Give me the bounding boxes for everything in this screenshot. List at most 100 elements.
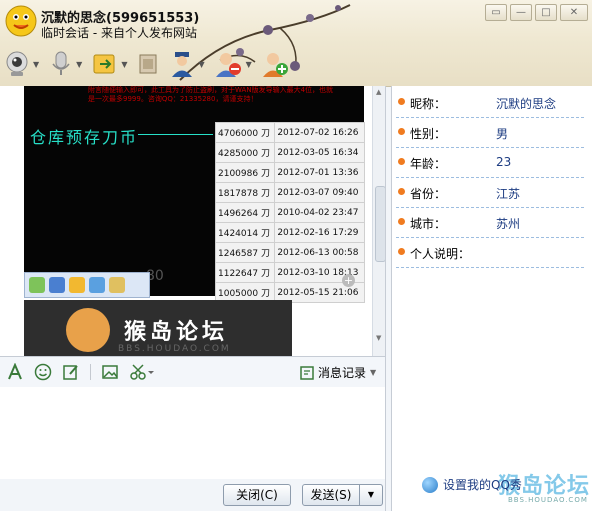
set-qq-show-link[interactable]: 设置我的QQ秀 xyxy=(422,476,522,493)
send-file-icon xyxy=(93,54,115,74)
image-icon[interactable] xyxy=(101,363,119,381)
zoom-in-icon[interactable] xyxy=(29,277,45,293)
profile-label: 省份： xyxy=(410,187,447,201)
edit-icon[interactable] xyxy=(62,363,80,381)
profile-panel: 昵称： 沉默的思念 性别：男年龄： 23 省份： 江苏 城市： 苏州 个人说明： 猴岛论坛 BB… xyxy=(391,86,592,511)
scroll-up-icon[interactable]: ▲ xyxy=(376,88,381,96)
amount-cell: 1496264 刀 xyxy=(214,202,276,223)
bullet-icon xyxy=(398,188,405,195)
add-contact-button[interactable] xyxy=(262,50,290,78)
close-button[interactable]: 关闭(C) xyxy=(223,484,291,506)
chevron-down-icon[interactable]: ▼ xyxy=(198,60,204,69)
profile-value: 23 xyxy=(496,155,512,169)
amount-cell: 1246587 刀 xyxy=(214,242,276,263)
monkey-logo-icon xyxy=(66,308,110,352)
amount-cell: 4285000 刀 xyxy=(214,142,276,163)
profile-row: 年龄： 23 xyxy=(396,148,584,178)
time-cell: 2012-07-02 16:26 xyxy=(274,122,365,143)
bullet-icon xyxy=(398,98,405,105)
image-toolbar xyxy=(24,272,150,298)
skin-button[interactable]: ▭ xyxy=(485,4,507,21)
set-qq-show-label: 设置我的QQ秀 xyxy=(443,478,522,492)
history-label: 消息记录 xyxy=(318,366,367,380)
chevron-down-icon[interactable]: ▼ xyxy=(76,60,82,69)
input-toolbar: 消息记录 ▼ xyxy=(0,356,386,388)
profile-value: 男 xyxy=(496,127,509,141)
bullet-icon xyxy=(398,248,405,255)
message-box-icon xyxy=(139,54,157,74)
send-button[interactable]: 发送(S) xyxy=(302,484,360,506)
screenshot-scissors-icon[interactable] xyxy=(129,363,155,381)
remove-contact-button[interactable]: ▼ xyxy=(215,50,252,78)
profile-row: 个人说明： xyxy=(396,238,584,268)
user-agent-button[interactable]: ▼ xyxy=(169,50,205,78)
webcam-icon xyxy=(6,51,28,76)
profile-label: 城市： xyxy=(410,217,447,231)
time-cell: 2012-06-13 00:58 xyxy=(274,242,365,263)
table-row: 1817878 刀 2012-03-07 09:40 xyxy=(214,182,365,203)
bullet-icon xyxy=(398,158,405,165)
message-box-button[interactable] xyxy=(137,51,159,77)
banner-url: BBS.HOUDAO.COM xyxy=(118,344,231,354)
emoji-icon[interactable] xyxy=(34,363,52,381)
profile-label: 年龄： xyxy=(410,157,447,171)
maximize-button[interactable]: □ xyxy=(535,4,557,21)
history-icon xyxy=(300,365,314,380)
zoom-icon[interactable]: + xyxy=(342,274,355,287)
divider xyxy=(138,134,213,135)
forum-banner-image[interactable]: 猴岛论坛 BBS.HOUDAO.COM xyxy=(24,300,292,356)
scrollbar-thumb[interactable] xyxy=(375,186,385,262)
emoji-add-icon[interactable] xyxy=(69,277,85,293)
chat-scrollbar[interactable]: ▲ ▼ xyxy=(372,86,385,356)
chevron-down-icon[interactable]: ▼ xyxy=(33,60,39,69)
time-cell: 2012-02-16 17:29 xyxy=(274,222,365,243)
search-icon[interactable] xyxy=(89,277,105,293)
screenshot-note: 附言随便输入即可，此工具为了防止盗刷，对于WAN版发导输入最大4位，也就是一次最… xyxy=(88,86,334,103)
microphone-icon xyxy=(52,51,70,75)
table-row: 1424014 刀 2012-02-16 17:29 xyxy=(214,222,365,243)
profile-label: 个人说明： xyxy=(410,247,471,261)
chevron-down-icon[interactable]: ▼ xyxy=(246,60,252,69)
title-header: 沉默的思念(599651553) 临时会话 - 来自个人发布网站 ▭ — □ ✕ xyxy=(0,0,592,87)
shared-screenshot[interactable]: 附言随便输入即可，此工具为了防止盗刷，对于WAN版发导输入最大4位，也就是一次最… xyxy=(24,86,365,303)
amount-cell: 4706000 刀 xyxy=(214,122,276,143)
folder-icon[interactable] xyxy=(109,277,125,293)
send-options-button[interactable]: ▼ xyxy=(359,484,383,506)
table-row: 4285000 刀 2012-03-05 16:34 xyxy=(214,142,365,163)
font-icon[interactable] xyxy=(6,363,24,381)
voice-call-button[interactable]: ▼ xyxy=(49,50,82,78)
amount-cell: 1424014 刀 xyxy=(214,222,276,243)
globe-icon xyxy=(422,476,438,493)
time-cell: 2012-07-01 13:36 xyxy=(274,162,365,183)
minimize-button[interactable]: — xyxy=(510,4,532,21)
add-contact-icon xyxy=(262,53,288,77)
bullet-icon xyxy=(398,218,405,225)
main-toolbar: ▼ ▼ ▼ ▼ ▼ xyxy=(4,46,300,82)
profile-label: 性别： xyxy=(410,127,447,141)
time-cell: 2010-04-02 23:47 xyxy=(274,202,365,223)
time-cell: 2012-03-05 16:34 xyxy=(274,142,365,163)
table-row: 1246587 刀 2012-06-13 00:58 xyxy=(214,242,365,263)
scroll-down-icon[interactable]: ▼ xyxy=(376,334,381,342)
message-history[interactable]: 附言随便输入即可，此工具为了防止盗刷，对于WAN版发导输入最大4位，也就是一次最… xyxy=(0,86,386,356)
profile-row: 昵称： 沉默的思念 xyxy=(396,88,584,118)
profile-row: 城市： 苏州 xyxy=(396,208,584,238)
message-history-button[interactable]: 消息记录 ▼ xyxy=(300,364,376,381)
bottom-bar: 关闭(C) 发送(S) ▼ xyxy=(0,479,386,511)
chevron-down-icon[interactable]: ▼ xyxy=(121,60,127,69)
amount-cell: 1122647 刀 xyxy=(214,262,276,283)
save-icon[interactable] xyxy=(49,277,65,293)
screenshot-title: 仓库预存刀币 xyxy=(30,128,139,147)
table-row: 2100986 刀 2012-07-01 13:36 xyxy=(214,162,365,183)
chevron-down-icon[interactable]: ▼ xyxy=(370,368,376,377)
send-file-button[interactable]: ▼ xyxy=(92,51,127,77)
profile-row: 省份： 江苏 xyxy=(396,178,584,208)
video-call-button[interactable]: ▼ xyxy=(4,50,39,78)
bullet-icon xyxy=(398,128,405,135)
remove-contact-icon xyxy=(215,53,241,77)
profile-value: 沉默的思念 xyxy=(496,97,557,111)
banner-title: 猴岛论坛 xyxy=(124,320,229,345)
close-window-button[interactable]: ✕ xyxy=(560,4,588,21)
avatar[interactable] xyxy=(4,4,38,38)
message-input[interactable] xyxy=(0,387,386,479)
